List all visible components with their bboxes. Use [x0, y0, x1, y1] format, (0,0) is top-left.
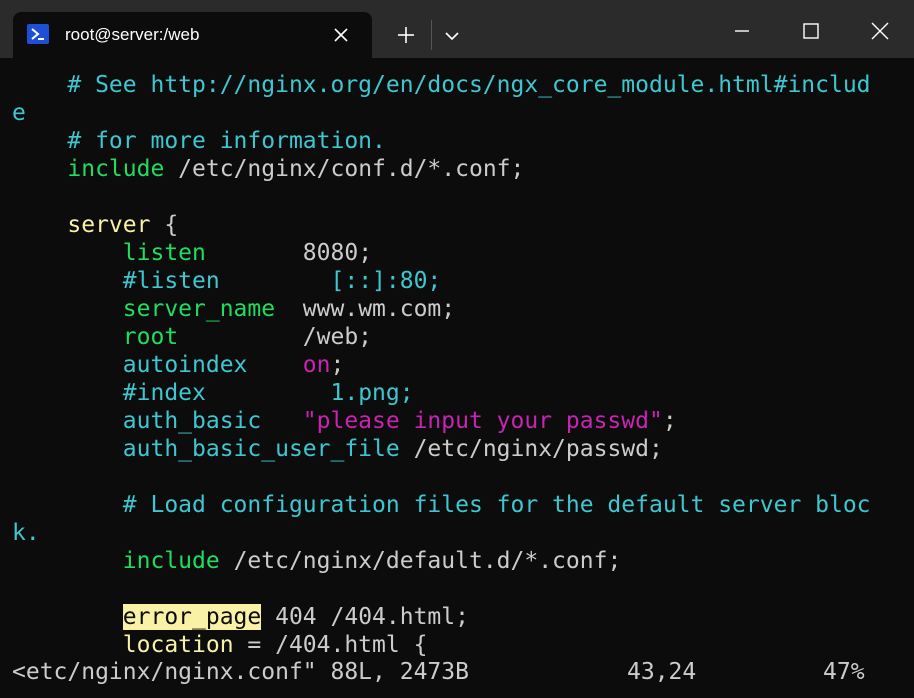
code-segment: include [12, 156, 165, 182]
tab-separator [431, 20, 432, 50]
code-line: auth_basic_user_file /etc/nginx/passwd; [12, 435, 663, 463]
code-line: include /etc/nginx/conf.d/*.conf; [12, 155, 524, 183]
code-segment: = /404.html { [233, 632, 428, 658]
code-line: #listen [::]:80; [12, 267, 442, 295]
code-segment: /etc/nginx/conf.d/*.conf; [164, 156, 525, 182]
code-segment: # See http://nginx.org/en/docs/ngx_core_… [12, 72, 871, 98]
code-line: listen 8080; [12, 239, 372, 267]
new-tab-plus-icon[interactable] [393, 22, 419, 48]
code-segment: #index [12, 380, 206, 406]
code-line: server { [12, 211, 178, 239]
code-line: autoindex on; [12, 351, 345, 379]
chevron-down-icon[interactable] [440, 24, 464, 48]
terminal-tab[interactable]: root@server:/web [13, 12, 372, 58]
code-segment: /etc/nginx/passwd; [399, 436, 663, 462]
code-line: #index 1.png; [12, 379, 414, 407]
code-segment: www.wm.com; [275, 296, 456, 322]
code-segment: server_name [12, 296, 276, 322]
terminal-viewport[interactable]: # See http://nginx.org/en/docs/ngx_core_… [0, 58, 914, 698]
search-highlight: error_page [122, 604, 262, 630]
title-bar: root@server:/web [0, 0, 914, 58]
code-segment: # for more information. [12, 128, 386, 154]
code-segment: #listen [12, 268, 220, 294]
code-line: auth_basic "please input your passwd"; [12, 407, 677, 435]
code-line: error_page 404 /404.html; [12, 603, 469, 631]
code-line: e [12, 99, 26, 127]
code-line: # See http://nginx.org/en/docs/ngx_core_… [12, 71, 871, 99]
code-segment: k. [12, 520, 40, 546]
code-segment: auth_basic [12, 408, 262, 434]
vim-status-file-info: <etc/nginx/nginx.conf" 88L, 2473B [12, 659, 469, 685]
tab-title: root@server:/web [65, 25, 200, 44]
code-line: root /web; [12, 323, 372, 351]
code-line: location = /404.html { [12, 631, 428, 659]
code-segment: "please input your passwd" [302, 408, 663, 434]
vim-status-cursor-position: 43,24 [627, 659, 697, 685]
code-segment: 1.png; [205, 380, 414, 406]
code-segment: /etc/nginx/default.d/*.conf; [219, 548, 622, 574]
code-segment: autoindex [12, 352, 248, 378]
code-segment: on [302, 352, 331, 378]
code-segment: location [12, 632, 234, 658]
code-segment: ; [662, 408, 677, 434]
code-segment: # Load configuration files for the defau… [12, 492, 871, 518]
code-segment: 404 /404.html; [261, 604, 469, 630]
code-segment: root [12, 324, 179, 350]
code-segment: include [12, 548, 220, 574]
code-segment: auth_basic_user_file [12, 436, 400, 462]
code-segment: [::]:80; [219, 268, 442, 294]
code-line: k. [12, 519, 40, 547]
code-segment: ; [330, 352, 345, 378]
minimize-icon[interactable] [725, 14, 759, 48]
code-segment: /web; [178, 324, 373, 350]
code-segment: listen [12, 240, 206, 266]
vim-status-scroll-percent: 47% [823, 659, 865, 685]
tab-close-icon[interactable] [331, 25, 351, 45]
code-line: server_name www.wm.com; [12, 295, 455, 323]
code-segment: server [12, 212, 151, 238]
code-line: include /etc/nginx/default.d/*.conf; [12, 547, 622, 575]
powershell-icon [27, 24, 49, 44]
code-segment: e [12, 100, 26, 126]
window-close-icon[interactable] [863, 14, 897, 48]
code-line: # Load configuration files for the defau… [12, 491, 871, 519]
code-segment: { [150, 212, 179, 238]
maximize-icon[interactable] [794, 14, 828, 48]
code-segment: 8080; [205, 240, 373, 266]
code-line: # for more information. [12, 127, 386, 155]
